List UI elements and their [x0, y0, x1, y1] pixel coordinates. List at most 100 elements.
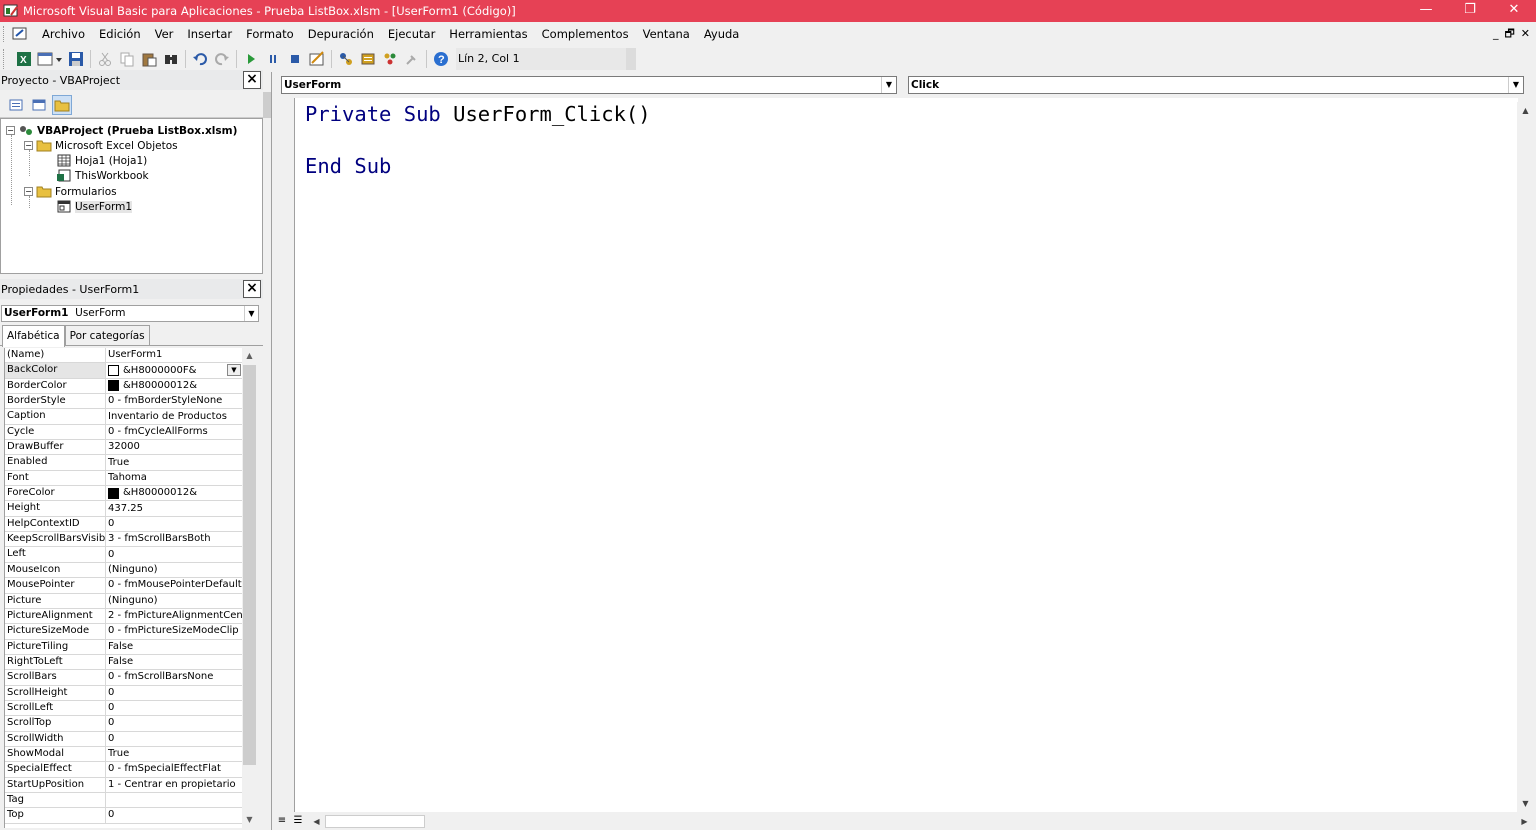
property-value[interactable]: False [106, 640, 242, 654]
property-row[interactable]: StartUpPosition 1 - Centrar en propietari… [5, 777, 242, 793]
save-icon[interactable] [65, 48, 87, 70]
menu-ventana[interactable]: Ventana [636, 22, 697, 46]
tree-item-formularios[interactable]: − Formularios [24, 184, 117, 199]
collapse-toggle[interactable]: − [24, 141, 33, 150]
excel-icon[interactable]: X [13, 48, 35, 70]
property-value[interactable]: 3 - fmScrollBarsBoth [106, 532, 242, 546]
tree-item-excel-objects[interactable]: − Microsoft Excel Objetos [24, 138, 178, 153]
menu-complementos[interactable]: Complementos [535, 22, 636, 46]
properties-icon[interactable] [357, 48, 379, 70]
undo-icon[interactable] [189, 48, 211, 70]
mdi-close-button[interactable]: ✕ [1521, 22, 1530, 46]
property-row[interactable]: ScrollBars 0 - fmScrollBarsNone [5, 670, 242, 686]
property-row[interactable]: Font Tahoma [5, 470, 242, 487]
copy-icon[interactable] [116, 48, 138, 70]
break-icon[interactable] [262, 48, 284, 70]
property-row[interactable]: ShowModal True [5, 746, 242, 763]
property-value[interactable]: (Ninguno) [106, 563, 242, 577]
property-value[interactable]: Inventario de Productos [106, 409, 242, 423]
menu-archivo[interactable]: Archivo [35, 22, 92, 46]
view-object-icon[interactable] [29, 95, 49, 115]
property-value[interactable]: 0 - fmMousePointerDefault [106, 578, 242, 592]
object-browser-icon[interactable] [379, 48, 401, 70]
property-row[interactable]: MousePointer 0 - fmMousePointerDefault [5, 578, 242, 594]
property-row[interactable]: ForeColor &H80000012& [5, 486, 242, 502]
property-row[interactable]: RightToLeft False [5, 654, 242, 671]
menu-formato[interactable]: Formato [239, 22, 301, 46]
collapse-toggle[interactable]: − [24, 187, 33, 196]
run-icon[interactable] [240, 48, 262, 70]
property-value[interactable]: (Ninguno) [106, 594, 242, 608]
menu-depuracion[interactable]: Depuración [301, 22, 381, 46]
menubar-grip[interactable] [3, 26, 11, 42]
toolbar-overflow[interactable] [626, 48, 636, 70]
tree-item-userform1[interactable]: UserForm1 [56, 199, 133, 214]
property-value[interactable]: 0 [106, 547, 242, 561]
toolbar-grip[interactable] [3, 49, 13, 69]
tree-item-vbaproject[interactable]: − VBAProject (Prueba ListBox.xlsm) [6, 123, 237, 138]
full-module-view-icon[interactable]: ☰ [290, 814, 306, 828]
panel-splitter[interactable] [263, 70, 271, 830]
property-row[interactable]: ScrollLeft 0 [5, 700, 242, 717]
property-row[interactable]: Caption Inventario de Productos [5, 409, 242, 425]
reset-icon[interactable] [284, 48, 306, 70]
property-row[interactable]: PictureSizeMode 0 - fmPictureSizeModeClip [5, 624, 242, 640]
property-row[interactable]: Left 0 [5, 547, 242, 563]
property-value[interactable]: 0 - fmBorderStyleNone [106, 394, 242, 408]
property-value[interactable]: 0 [106, 701, 242, 715]
properties-close-button[interactable]: × [243, 280, 261, 298]
property-row[interactable]: HelpContextID 0 [5, 516, 242, 533]
property-value[interactable]: &H8000000F& ▼ [106, 363, 242, 377]
scroll-up-icon[interactable]: ▲ [1517, 102, 1534, 119]
view-code-icon[interactable] [6, 95, 26, 115]
procedure-view-icon[interactable]: ≡ [274, 814, 290, 828]
code-line-3[interactable]: End Sub [305, 154, 391, 178]
chevron-down-icon[interactable]: ▼ [244, 306, 258, 321]
vba-menu-icon[interactable] [11, 26, 29, 42]
property-row[interactable]: BackColor &H8000000F& ▼ [5, 363, 242, 379]
property-value[interactable]: 0 - fmCycleAllForms [106, 425, 242, 439]
project-close-button[interactable]: × [243, 71, 261, 89]
property-value[interactable]: UserForm1 [106, 348, 242, 362]
menu-herramientas[interactable]: Herramientas [442, 22, 534, 46]
property-row[interactable]: Top 0 [5, 808, 242, 824]
property-row[interactable]: ScrollWidth 0 [5, 731, 242, 747]
property-value[interactable]: 1 - Centrar en propietario [106, 778, 242, 792]
property-row[interactable]: BorderStyle 0 - fmBorderStyleNone [5, 394, 242, 410]
chevron-down-icon[interactable]: ▼ [881, 77, 896, 93]
tab-por-categorias[interactable]: Por categorías [64, 325, 150, 345]
menu-edicion[interactable]: Edición [92, 22, 148, 46]
property-value[interactable]: False [106, 655, 242, 669]
code-editor[interactable]: Private Sub UserForm_Click() End Sub [294, 98, 1518, 812]
property-row[interactable]: (Name) UserForm1 [5, 348, 242, 364]
restore-button[interactable]: ❐ [1448, 0, 1492, 22]
help-icon[interactable]: ? [430, 48, 452, 70]
property-value[interactable]: True [106, 455, 242, 469]
property-row[interactable]: PictureAlignment 2 - fmPictureAlignmentCe… [5, 608, 242, 625]
mdi-minimize-button[interactable]: _ [1493, 22, 1499, 46]
scroll-up-icon[interactable]: ▲ [242, 348, 257, 364]
property-value[interactable]: 0 [106, 732, 242, 746]
tree-item-thisworkbook[interactable]: ThisWorkbook [56, 168, 149, 183]
paste-icon[interactable] [138, 48, 160, 70]
menu-insertar[interactable]: Insertar [180, 22, 239, 46]
property-row[interactable]: Picture (Ninguno) [5, 593, 242, 609]
property-value[interactable]: Tahoma [106, 471, 242, 485]
property-row[interactable]: MouseIcon (Ninguno) [5, 562, 242, 579]
project-explorer-icon[interactable] [335, 48, 357, 70]
scroll-left-icon[interactable]: ◀ [308, 814, 325, 829]
code-line-1[interactable]: Private Sub UserForm_Click() [305, 102, 651, 126]
redo-icon[interactable] [211, 48, 233, 70]
property-value[interactable]: 0 [106, 716, 242, 730]
property-value[interactable]: 0 - fmPictureSizeModeClip [106, 624, 242, 638]
property-row[interactable]: ScrollTop 0 [5, 716, 242, 732]
menu-ayuda[interactable]: Ayuda [697, 22, 747, 46]
scroll-down-icon[interactable]: ▼ [242, 812, 257, 828]
scroll-right-icon[interactable]: ▶ [1516, 814, 1533, 829]
close-button[interactable]: ✕ [1492, 0, 1536, 22]
property-value[interactable]: 32000 [106, 440, 242, 454]
property-row[interactable]: BorderColor &H80000012& [5, 378, 242, 395]
scroll-thumb[interactable] [243, 365, 256, 765]
chevron-down-icon[interactable]: ▼ [227, 364, 241, 377]
insert-userform-icon[interactable] [35, 48, 65, 70]
